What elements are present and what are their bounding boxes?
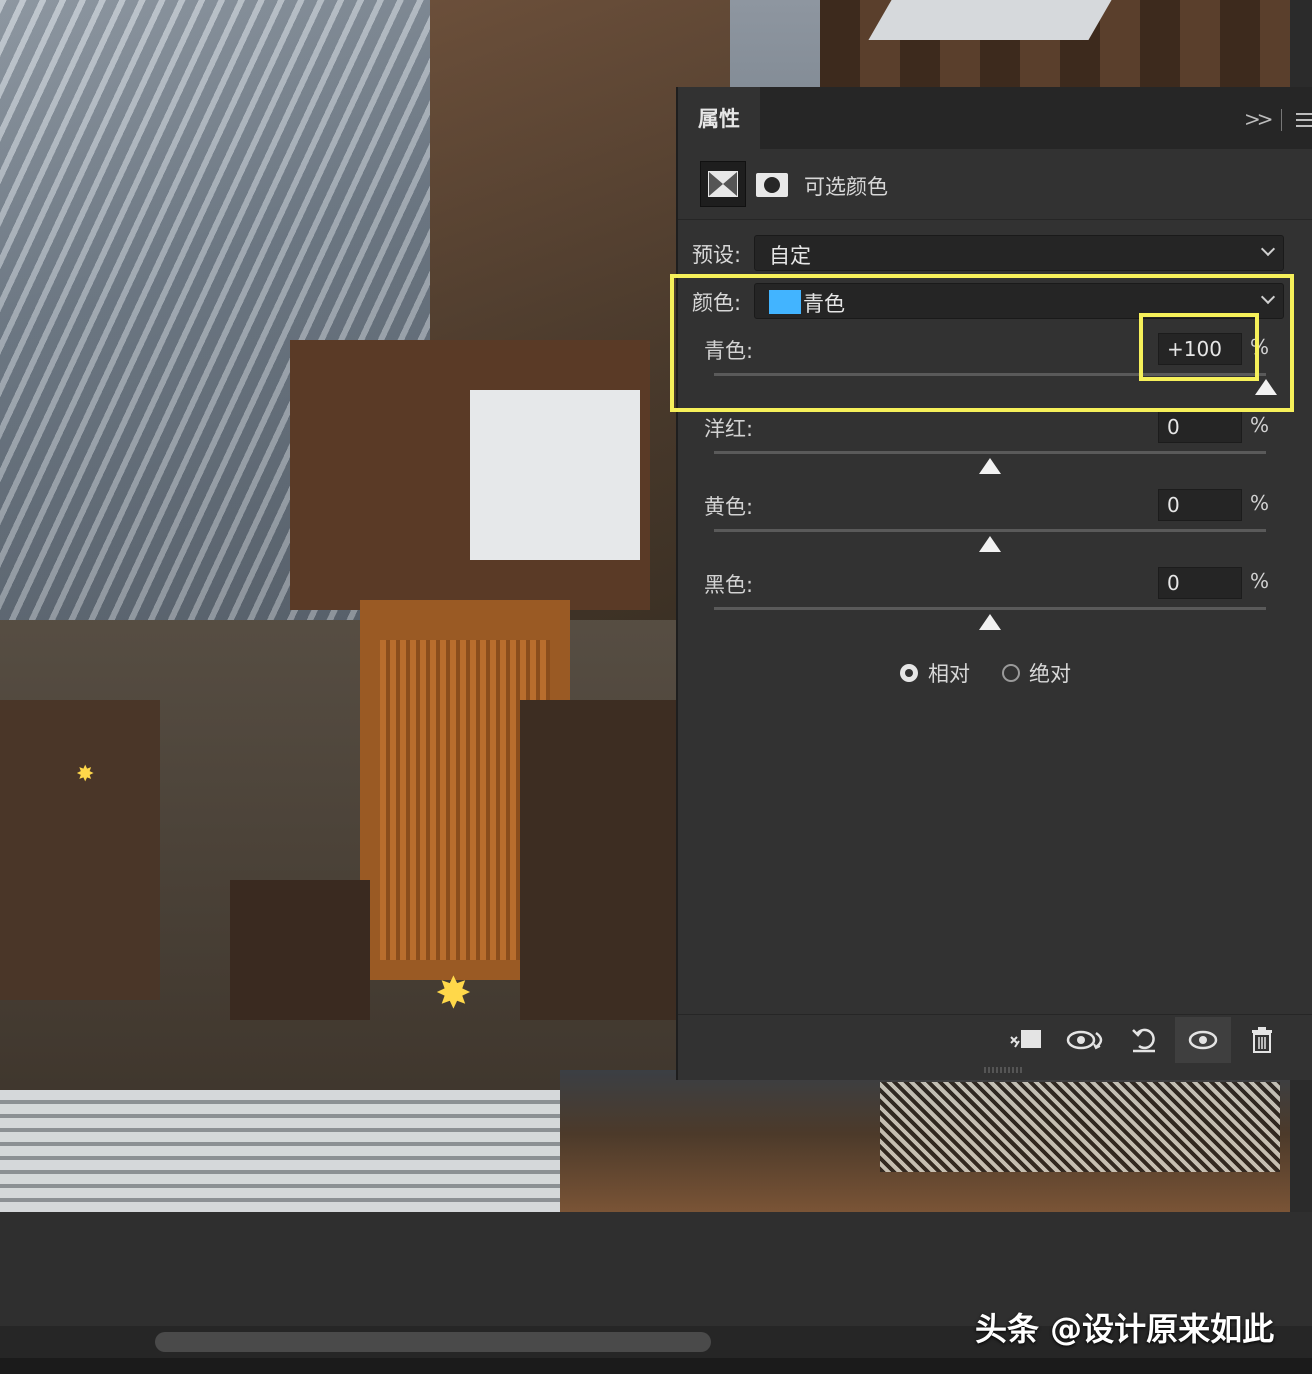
divider [678, 219, 1312, 220]
adjustment-title: 可选颜色 [804, 175, 888, 199]
watermark: 头条 @设计原来如此 [975, 1310, 1275, 1348]
absolute-radio-label[interactable]: 绝对 [1029, 658, 1071, 688]
reset-icon[interactable] [1124, 1022, 1164, 1058]
yellow-slider-track[interactable] [714, 529, 1266, 532]
lattice-gable [880, 1082, 1280, 1172]
small-house [230, 880, 370, 1020]
yellow-percent: % [1250, 491, 1270, 515]
magenta-percent: % [1250, 413, 1270, 437]
black-value-field[interactable]: 0 [1158, 567, 1242, 599]
black-label: 黑色: [704, 573, 754, 597]
horizontal-scrollbar-thumb[interactable] [155, 1332, 711, 1352]
preset-value: 自定 [769, 244, 811, 268]
star-decoration-icon: ✸ [435, 968, 472, 1019]
trash-icon[interactable] [1242, 1022, 1282, 1058]
snowy-roof-top [868, 0, 1112, 40]
collapse-panel-icon[interactable]: >> [1244, 107, 1273, 131]
view-previous-state-icon[interactable] [1064, 1022, 1110, 1058]
dark-house [520, 700, 680, 1020]
magenta-label: 洋红: [704, 417, 754, 441]
preset-label: 预设: [692, 243, 742, 267]
chevron-down-icon [1260, 241, 1276, 257]
left-house [0, 700, 160, 1000]
black-slider-track[interactable] [714, 607, 1266, 610]
layer-mask-icon[interactable] [756, 173, 788, 197]
magenta-value-field[interactable]: 0 [1158, 411, 1242, 443]
yellow-label: 黄色: [704, 495, 754, 519]
highlight-box-value [1139, 313, 1259, 381]
tab-divider [1281, 109, 1282, 131]
panel-tab-bar: 属性 >> [678, 87, 1312, 149]
status-strip [0, 1358, 1312, 1374]
black-percent: % [1250, 569, 1270, 593]
relative-radio[interactable] [900, 664, 918, 682]
relative-radio-label[interactable]: 相对 [928, 658, 970, 688]
visibility-eye-icon[interactable] [1175, 1017, 1231, 1063]
star-decoration-icon: ✸ [76, 762, 95, 787]
magenta-slider-thumb[interactable] [979, 458, 1001, 474]
tiled-roof [0, 1090, 620, 1212]
panel-resize-grip[interactable] [984, 1067, 1024, 1073]
adjustment-layer-icon[interactable] [700, 161, 746, 207]
white-house [470, 390, 640, 560]
black-slider-thumb[interactable] [979, 614, 1001, 630]
yellow-value-field[interactable]: 0 [1158, 489, 1242, 521]
magenta-slider-track[interactable] [714, 451, 1266, 454]
preset-dropdown[interactable]: 自定 [754, 235, 1284, 271]
clip-to-layer-icon[interactable] [1006, 1022, 1046, 1058]
tab-properties[interactable]: 属性 [678, 87, 760, 149]
divider [678, 1014, 1312, 1015]
absolute-radio[interactable] [1002, 664, 1020, 682]
properties-panel: 属性 >> 可选颜色 预设: 自定 颜色: 青色 青色: +100 % 洋红: … [676, 87, 1312, 1080]
yellow-slider-thumb[interactable] [979, 536, 1001, 552]
panel-menu-icon[interactable] [1296, 113, 1312, 127]
